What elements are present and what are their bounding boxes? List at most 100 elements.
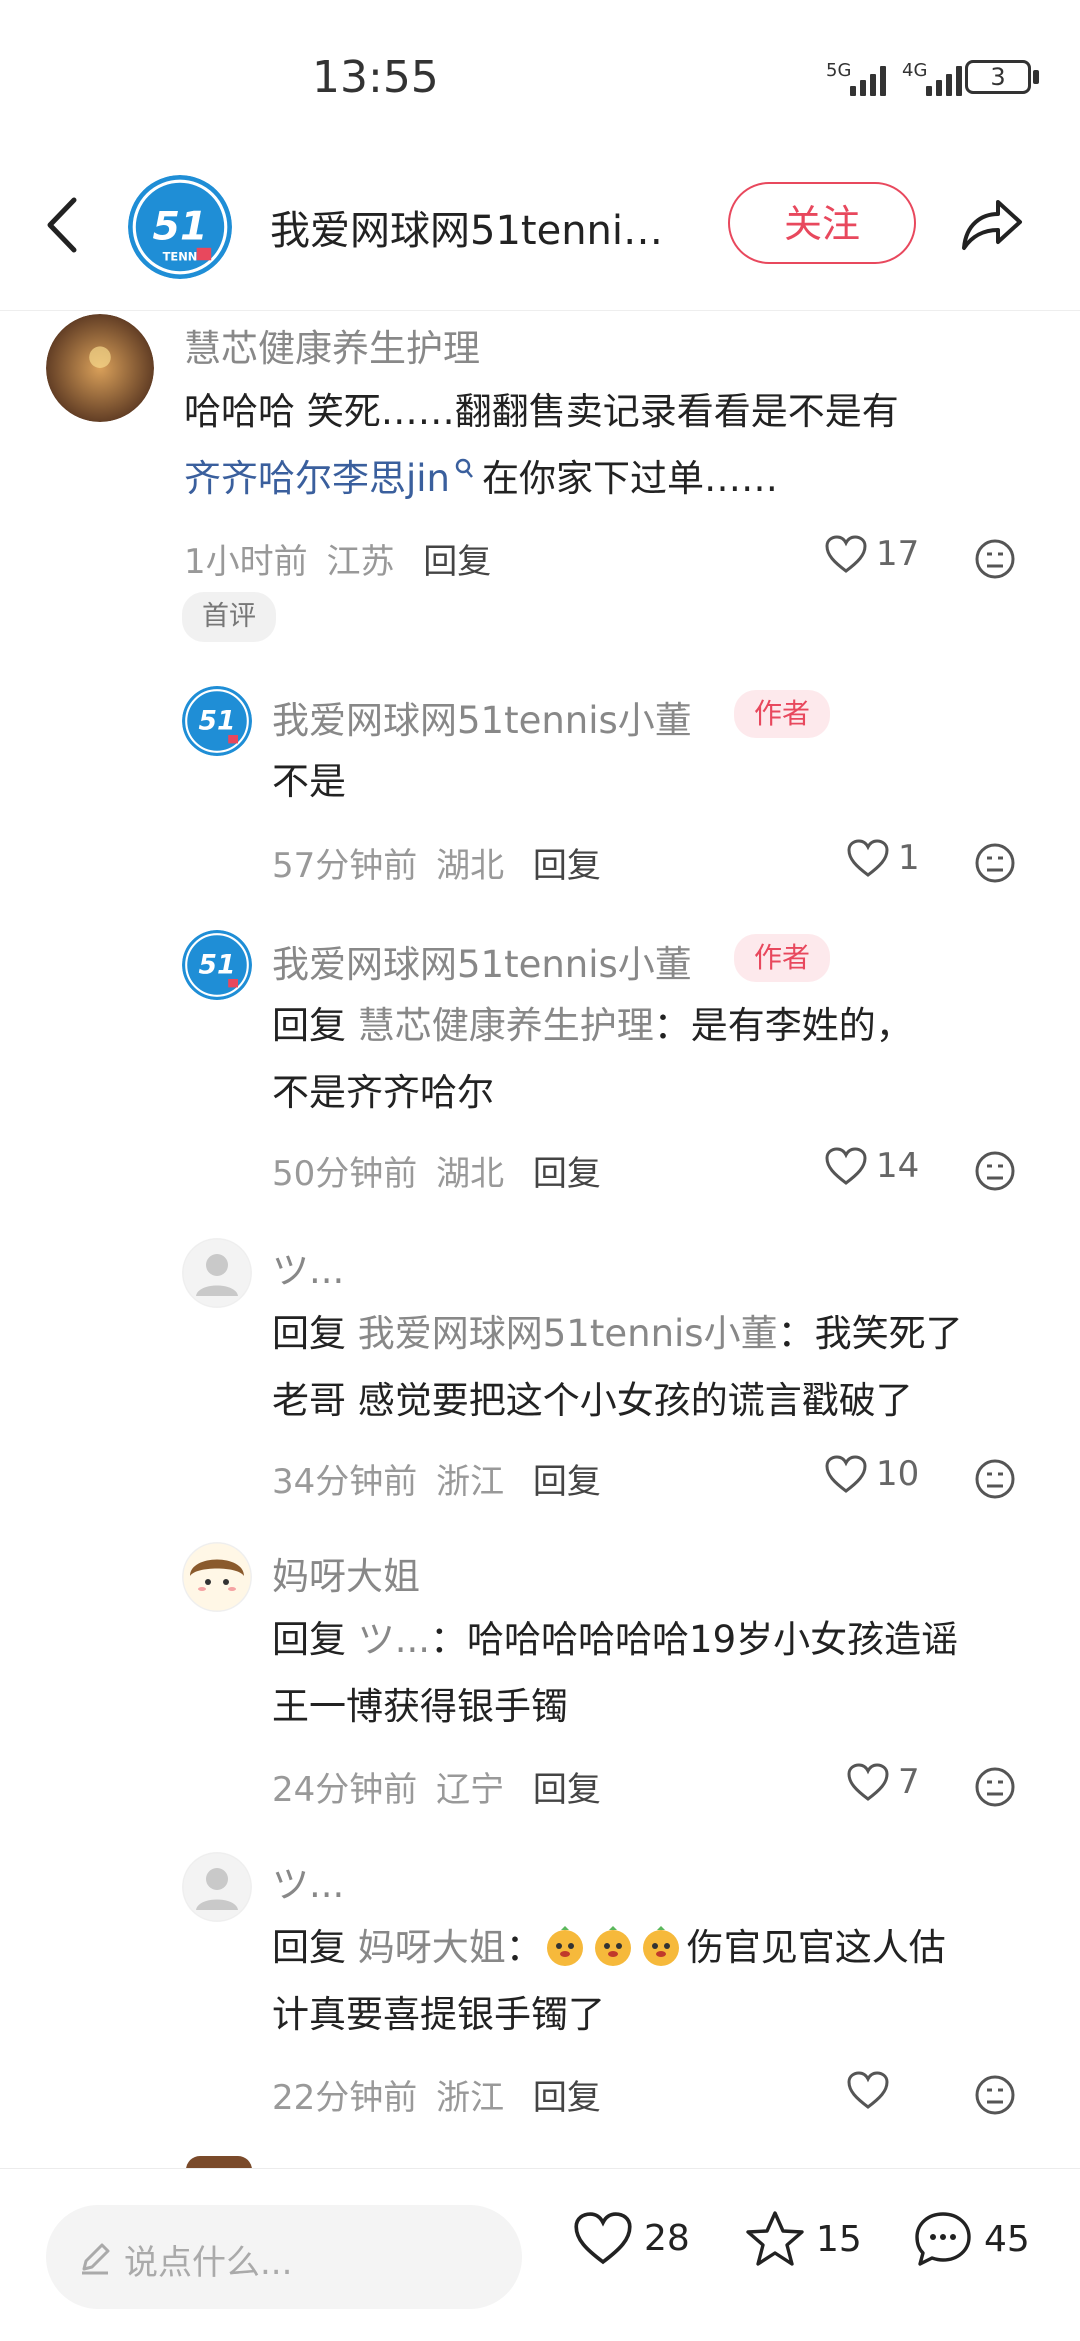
reply-text-line2: 不是齐齐哈尔 — [272, 1071, 494, 1114]
reply-text: 回复 ツ...：哈哈哈哈哈哈19岁小女孩造谣 王一博获得银手镯 — [272, 1606, 1052, 1740]
reply-to-user[interactable]: 妈呀大姐 — [358, 1926, 506, 1969]
like-count: 10 — [876, 1454, 920, 1494]
reply-author[interactable]: 我爱网球网51tennis小董 — [272, 690, 692, 744]
reply-text-line1: 伤官见官这人估 — [686, 1926, 946, 1969]
reply-location: 湖北 — [436, 846, 505, 886]
colon-text: ： — [505, 1926, 543, 1969]
comments-button[interactable]: 45 — [912, 2209, 1030, 2269]
signal-4g-icon — [926, 66, 962, 96]
like-button[interactable]: 10 — [824, 1454, 919, 1494]
dislike-face-icon[interactable] — [974, 1766, 1016, 1808]
reply-author[interactable]: 妈呀大姐 — [272, 1546, 420, 1600]
reply-button[interactable]: 回复 — [533, 1462, 601, 1502]
dislike-face-icon[interactable] — [974, 1150, 1016, 1192]
reply-text: 回复 妈呀大姐： 伤官见官这人估 计真要喜提银手镯了 — [272, 1914, 1052, 2048]
heart-icon — [825, 1147, 867, 1185]
reply-button[interactable]: 回复 — [533, 846, 601, 886]
dislike-face-icon[interactable] — [974, 842, 1016, 884]
signal-5g-icon — [850, 66, 886, 96]
battery-icon: 3 — [965, 60, 1031, 94]
reply-button[interactable]: 回复 — [533, 1154, 601, 1194]
heart-icon — [847, 839, 889, 877]
emoji-face-icon — [642, 1926, 679, 1966]
like-button[interactable]: 17 — [824, 534, 919, 574]
svg-text:51: 51 — [153, 203, 208, 249]
reply-to-user[interactable]: 慧芯健康养生护理 — [358, 1004, 654, 1047]
comment-meta: 1小时前 江苏 回复 — [184, 534, 491, 583]
search-link[interactable]: 齐齐哈尔李思jin — [184, 457, 450, 500]
reply-text-line2: 王一博获得银手镯 — [272, 1685, 568, 1728]
reply-prefix: 回复 — [272, 1926, 346, 1969]
default-avatar-icon[interactable] — [182, 1852, 252, 1922]
reply-button[interactable]: 回复 — [533, 2078, 601, 2118]
battery-cap-icon — [1033, 70, 1039, 84]
reply-prefix: 回复 — [272, 1618, 346, 1661]
svg-text:TENN: TENN — [163, 249, 198, 263]
comment-count: 45 — [984, 2218, 1030, 2260]
status-time: 13:55 — [312, 52, 439, 103]
reply-author[interactable]: 我爱网球网51tennis小董 — [272, 934, 692, 988]
like-button[interactable]: 1 — [846, 838, 920, 878]
commenter-avatar[interactable] — [46, 314, 154, 422]
like-button[interactable] — [846, 2070, 898, 2110]
like-count: 1 — [898, 838, 920, 878]
reply-to-user[interactable]: 我爱网球网51tennis小董 — [358, 1312, 778, 1355]
reply-text: 回复 我爱网球网51tennis小董：我笑死了 老哥 感觉要把这个小女孩的谎言戳… — [272, 1300, 1052, 1434]
network-4g-label: 4G — [902, 60, 928, 81]
default-avatar-icon[interactable] — [182, 1238, 252, 1308]
like-button[interactable]: 7 — [846, 1762, 920, 1802]
comment-location: 江苏 — [326, 542, 395, 582]
share-icon[interactable] — [956, 188, 1026, 258]
bottom-action-bar: 说点什么... 28 15 45 — [0, 2168, 1080, 2341]
svg-text:51: 51 — [198, 705, 235, 736]
reply-meta: 24分钟前 辽宁 回复 — [272, 1762, 601, 1811]
dislike-face-icon[interactable] — [974, 1458, 1016, 1500]
reply-to-user[interactable]: ツ... — [358, 1618, 430, 1661]
replier-avatar[interactable]: 51 — [182, 930, 252, 1000]
reply-meta: 34分钟前 浙江 回复 — [272, 1454, 601, 1503]
reply-text: 不是 — [272, 760, 346, 803]
heart-icon — [847, 2071, 889, 2109]
comment-author[interactable]: 慧芯健康养生护理 — [184, 318, 480, 372]
reply-location: 浙江 — [436, 1462, 505, 1502]
reply-author[interactable]: ツ... — [272, 1240, 344, 1294]
reply-time: 34分钟前 — [272, 1462, 418, 1502]
post-like-count: 28 — [644, 2217, 690, 2259]
comment-time: 1小时前 — [184, 542, 308, 582]
first-comment-badge: 首评 — [182, 592, 276, 642]
comment-input[interactable]: 说点什么... — [46, 2205, 522, 2309]
heart-icon — [825, 535, 867, 573]
reply-text-line2: 老哥 感觉要把这个小女孩的谎言戳破了 — [272, 1379, 913, 1422]
reply-button[interactable]: 回复 — [423, 542, 491, 582]
like-button[interactable]: 14 — [824, 1146, 919, 1186]
like-count: 14 — [876, 1146, 920, 1186]
follow-button[interactable]: 关注 — [728, 182, 916, 264]
like-post-button[interactable]: 28 — [572, 2209, 690, 2267]
search-icon[interactable] — [454, 457, 476, 481]
account-name[interactable]: 我爱网球网51tenni… — [270, 198, 663, 256]
reply-author[interactable]: ツ... — [272, 1854, 344, 1908]
account-avatar[interactable]: 51 TENN — [128, 175, 232, 279]
author-badge: 作者 — [734, 934, 831, 982]
comment-input-placeholder: 说点什么... — [124, 2243, 293, 2283]
cartoon-avatar[interactable] — [182, 1542, 252, 1612]
reply-button[interactable]: 回复 — [533, 1770, 601, 1810]
favorite-button[interactable]: 15 — [744, 2209, 862, 2269]
reply-text: 回复 慧芯健康养生护理：是有李姓的， 不是齐齐哈尔 — [272, 992, 1032, 1126]
heart-icon — [825, 1455, 867, 1493]
dislike-face-icon[interactable] — [974, 2074, 1016, 2116]
emoji-face-icon — [546, 1926, 583, 1966]
chat-bubble-icon — [915, 2212, 971, 2266]
comment-text: 哈哈哈 笑死……翻翻售卖记录看看是不是有 齐齐哈尔李思jin 在你家下过单…… — [184, 378, 1014, 512]
heart-icon — [847, 1763, 889, 1801]
favorite-count: 15 — [816, 2218, 862, 2260]
back-arrow-icon[interactable] — [40, 190, 90, 260]
replier-avatar[interactable]: 51 — [182, 686, 252, 756]
dislike-face-icon[interactable] — [974, 538, 1016, 580]
reply-prefix: 回复 — [272, 1004, 346, 1047]
reply-meta: 57分钟前 湖北 回复 — [272, 838, 601, 887]
reply-time: 24分钟前 — [272, 1770, 418, 1810]
reply-location: 浙江 — [436, 2078, 505, 2118]
emoji-face-icon — [594, 1926, 631, 1966]
reply-time: 22分钟前 — [272, 2078, 418, 2118]
